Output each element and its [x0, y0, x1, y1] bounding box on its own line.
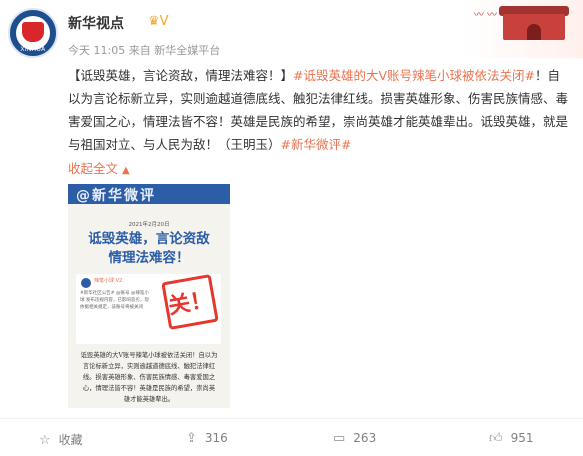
user-nickname[interactable]: 新华视点	[68, 13, 124, 33]
like-count: 951	[510, 431, 534, 445]
post-image[interactable]: @新华微评 2021年2月20日 诋毁英雄，言论资敌 情理法难容！ 辣笔小球 V…	[68, 184, 230, 408]
comment-button[interactable]: ▭ 263	[333, 431, 376, 446]
action-divider	[0, 418, 583, 419]
chevron-up-icon: ▲	[122, 165, 130, 176]
comment-icon: ▭	[333, 431, 346, 446]
like-button[interactable]: 👍︎ 951	[489, 431, 534, 446]
crown-v-badge-icon: ♛V	[148, 14, 169, 29]
card-top-text: @新华微评	[76, 188, 156, 204]
post-text: 【诋毁英雄，言论资敌，情理法难容！】#诋毁英雄的大V账号辣笔小球被依法关闭#！自…	[68, 64, 568, 156]
card-top-banner: @新华微评	[68, 184, 230, 204]
inner-text: #新华社区公告# @账号 @辣笔小球 发布违规内容，已影响恶劣，现依据相关规定，…	[80, 291, 149, 310]
share-icon: ⇪	[186, 431, 197, 446]
share-count: 316	[204, 431, 228, 445]
doves-icon: 〰 〰	[473, 10, 497, 21]
thumbs-up-icon: 👍︎	[489, 431, 503, 446]
post-time[interactable]: 今天 11:05	[68, 44, 125, 57]
favorite-label: 收藏	[58, 433, 83, 447]
header-banner-image: 〰 〰	[463, 0, 583, 58]
post-title: 【诋毁英雄，言论资敌，情理法难容！】	[68, 68, 294, 83]
avatar-logo-text: XINHUA	[20, 46, 46, 53]
hashtag-link[interactable]: #诋毁英雄的大V账号辣笔小球被依法关闭#	[293, 68, 535, 83]
card-date: 2021年2月20日	[128, 222, 170, 228]
stamp-text: 关！	[166, 287, 215, 320]
star-icon: ☆	[39, 433, 51, 448]
card-headline: 诋毁英雄，言论资敌 情理法难容！	[68, 230, 230, 268]
hashtag-link-xinhua[interactable]: #新华微评#	[281, 137, 352, 152]
post-meta: 今天 11:05 来自 新华全媒平台	[68, 42, 220, 58]
card-headline-line1: 诋毁英雄，言论资敌	[88, 231, 210, 247]
card-headline-line2: 情理法难容！	[108, 250, 190, 266]
logo-seal-shape	[22, 22, 44, 42]
collapse-label: 收起全文	[68, 161, 119, 176]
inner-avatar	[81, 278, 91, 288]
avatar[interactable]: XINHUA	[8, 8, 58, 58]
card-body-text: 诋毁英雄的大V账号辣笔小球被依法关闭！自以为言论标新立异，实则逾越道德底线、触犯…	[80, 352, 218, 403]
inner-name: 辣笔小球 V2	[94, 278, 123, 284]
collapse-link[interactable]: 收起全文 ▲	[68, 158, 130, 177]
post-source[interactable]: 来自 新华全媒平台	[129, 44, 221, 57]
comment-count: 263	[353, 431, 377, 445]
closed-stamp: 关！	[161, 274, 219, 330]
favorite-button[interactable]: ☆ 收藏	[39, 431, 83, 448]
share-button[interactable]: ⇪ 316	[186, 431, 228, 446]
